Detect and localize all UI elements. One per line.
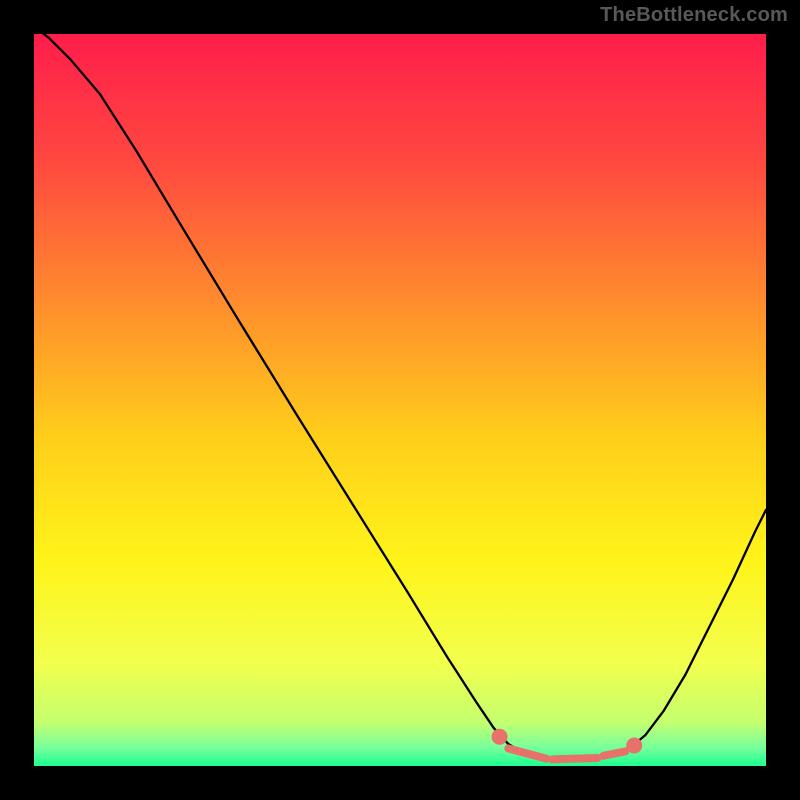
plot-area: [34, 34, 766, 766]
watermark-text: TheBottleneck.com: [600, 4, 788, 27]
chart-svg: [34, 34, 766, 766]
chart-container: TheBottleneck.com: [0, 0, 800, 800]
gradient-background: [34, 34, 766, 766]
